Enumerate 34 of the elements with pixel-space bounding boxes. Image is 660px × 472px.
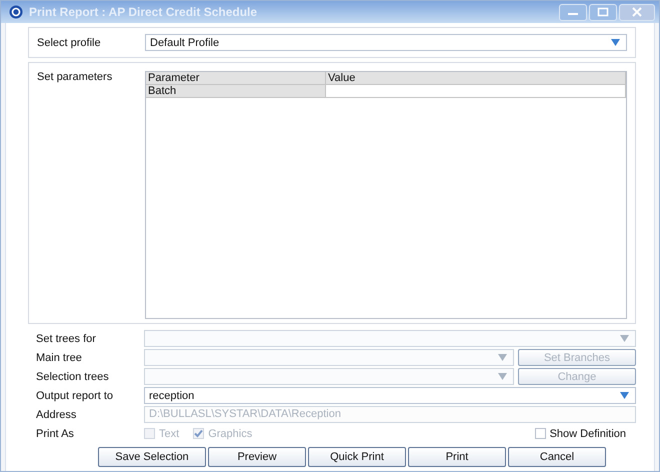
field-label: Set parameters <box>37 71 114 83</box>
field-label: Select profile <box>37 36 102 48</box>
dialog-button[interactable]: Cancel <box>508 447 606 467</box>
maximize-icon <box>597 7 609 17</box>
maximize-button[interactable] <box>589 4 617 20</box>
window-title: Print Report : AP Direct Credit Schedule <box>29 5 258 19</box>
column-header: Parameter <box>146 72 326 85</box>
checkbox[interactable] <box>534 428 546 439</box>
column-header: Value <box>326 72 626 85</box>
field-label: Set trees for <box>36 332 97 344</box>
field-label: Selection trees <box>36 370 110 382</box>
profile-dropdown[interactable]: Default Profile <box>145 34 627 51</box>
field-label: Address <box>36 408 78 420</box>
dialog-button[interactable]: Quick Print <box>308 447 406 467</box>
checkbox-label: Text <box>159 428 180 440</box>
checkbox-label: Show Definition <box>550 428 626 440</box>
checkbox-label: Graphics <box>208 428 252 440</box>
table-cell: Batch <box>146 85 326 98</box>
dropdown-arrow-icon <box>620 335 629 342</box>
field-label: Print As <box>36 428 75 440</box>
dialog-button[interactable]: Preview <box>208 447 306 467</box>
dropdown-arrow-icon <box>498 354 507 361</box>
output-dropdown[interactable]: reception <box>144 387 636 404</box>
dialog-button[interactable]: Print <box>408 447 506 467</box>
dropdown-arrow-icon <box>611 39 620 46</box>
minimize-button[interactable] <box>559 4 587 20</box>
dropdown-arrow-icon <box>498 373 507 380</box>
dialog-button[interactable]: Save Selection <box>98 447 206 467</box>
field-label: Output report to <box>36 390 114 402</box>
close-button[interactable] <box>619 4 655 20</box>
field-label: Main tree <box>36 352 83 364</box>
app-icon <box>9 5 23 19</box>
close-icon <box>631 7 643 17</box>
dropdown-arrow-icon <box>620 392 629 399</box>
